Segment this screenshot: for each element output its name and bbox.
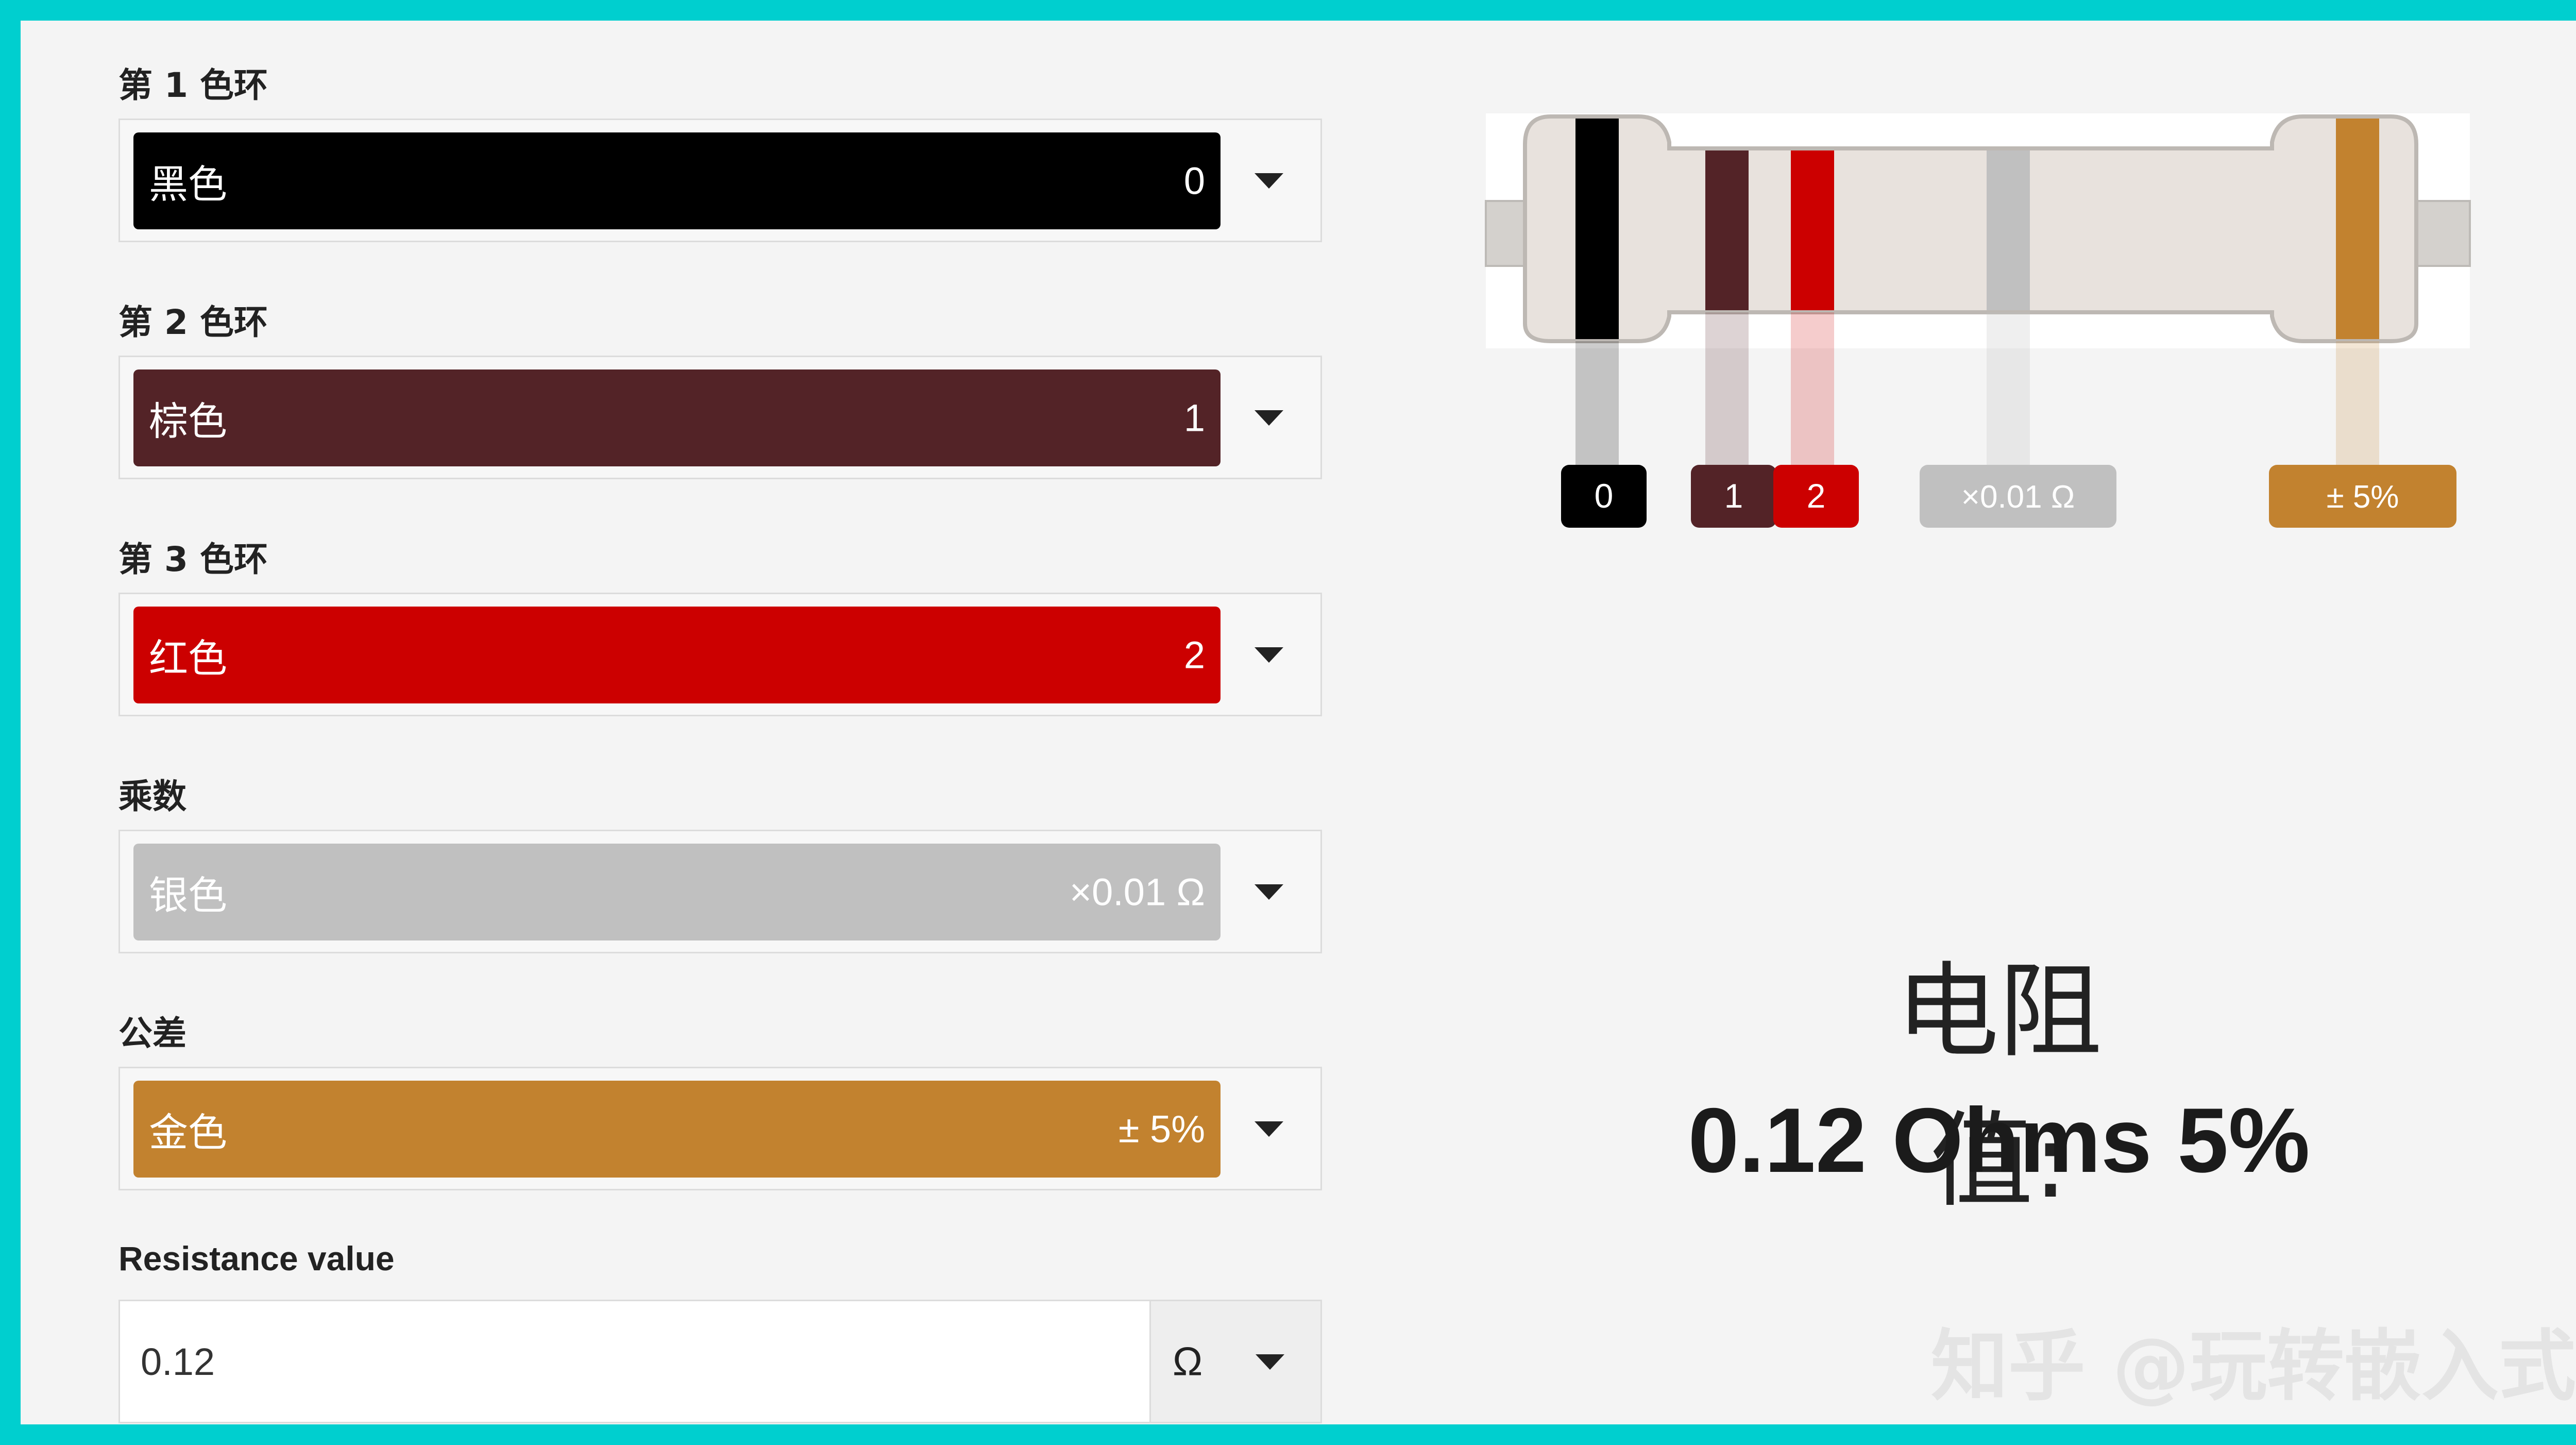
tolerance-color-value: ± 5% bbox=[1118, 1107, 1205, 1151]
multiplier-connector bbox=[1987, 312, 2030, 466]
resistance-input-group: Ω bbox=[118, 1300, 1322, 1423]
resistance-value-label: Resistance value bbox=[118, 1239, 395, 1278]
multiplier-color-name: 银色 bbox=[149, 872, 227, 918]
band-1-tag-text: 0 bbox=[1595, 477, 1614, 515]
tolerance-color-name: 金色 bbox=[149, 1110, 227, 1155]
result-value: 0.12 Ohms 5% bbox=[1688, 1089, 2310, 1191]
tolerance-color-swatch[interactable]: 金色 ± 5% bbox=[133, 1081, 1221, 1178]
resistor-band-2 bbox=[1705, 150, 1749, 310]
chevron-down-icon[interactable] bbox=[1255, 1121, 1283, 1137]
band3-select[interactable]: 红色 2 bbox=[118, 593, 1322, 716]
unit-select[interactable]: Ω bbox=[1149, 1301, 1320, 1422]
multiplier-color-value: ×0.01 Ω bbox=[1069, 870, 1205, 914]
multiplier-color-swatch[interactable]: 银色 ×0.01 Ω bbox=[133, 844, 1221, 940]
watermark-text: 知乎 @玩转嵌入式 bbox=[1930, 1322, 2576, 1412]
resistor-band-1 bbox=[1575, 119, 1619, 339]
tolerance-label: 公差 bbox=[118, 1014, 187, 1053]
chevron-down-icon[interactable] bbox=[1255, 647, 1283, 663]
resistor-band-multiplier bbox=[1987, 150, 2030, 310]
band-1-connector bbox=[1575, 341, 1619, 466]
band-2-tag-text: 1 bbox=[1724, 477, 1743, 515]
tolerance-tag-text: ± 5% bbox=[2327, 479, 2399, 515]
resistor-band-tolerance bbox=[2336, 119, 2379, 339]
band3-color-value: 2 bbox=[1183, 633, 1205, 677]
tolerance-select[interactable]: 金色 ± 5% bbox=[118, 1067, 1322, 1190]
tolerance-connector bbox=[2336, 341, 2379, 466]
chevron-down-icon[interactable] bbox=[1255, 884, 1283, 900]
resistor-lead-right bbox=[2412, 200, 2471, 267]
chevron-down-icon[interactable] bbox=[1256, 1354, 1284, 1370]
unit-value: Ω bbox=[1173, 1338, 1203, 1384]
resistor-diagram: 0 1 2 ×0.01 Ω ± 5% bbox=[1485, 113, 2471, 528]
band-2-connector bbox=[1705, 312, 1749, 466]
multiplier-label: 乘数 bbox=[118, 777, 187, 816]
multiplier-select[interactable]: 银色 ×0.01 Ω bbox=[118, 830, 1322, 953]
band-3-connector bbox=[1791, 312, 1834, 466]
calculator-panel: 第 1 色环 黑色 0 第 2 色环 棕色 1 第 3 色环 红色 2 乘数 银… bbox=[21, 21, 2576, 1424]
band3-color-swatch[interactable]: 红色 2 bbox=[133, 607, 1221, 703]
band-3-tag-text: 2 bbox=[1807, 477, 1826, 515]
multiplier-tag-text: ×0.01 Ω bbox=[1961, 479, 2075, 515]
resistor-band-3 bbox=[1791, 150, 1834, 310]
resistor-body bbox=[1523, 114, 2418, 343]
resistance-value-input[interactable] bbox=[120, 1301, 1149, 1422]
band3-color-name: 红色 bbox=[149, 635, 227, 681]
